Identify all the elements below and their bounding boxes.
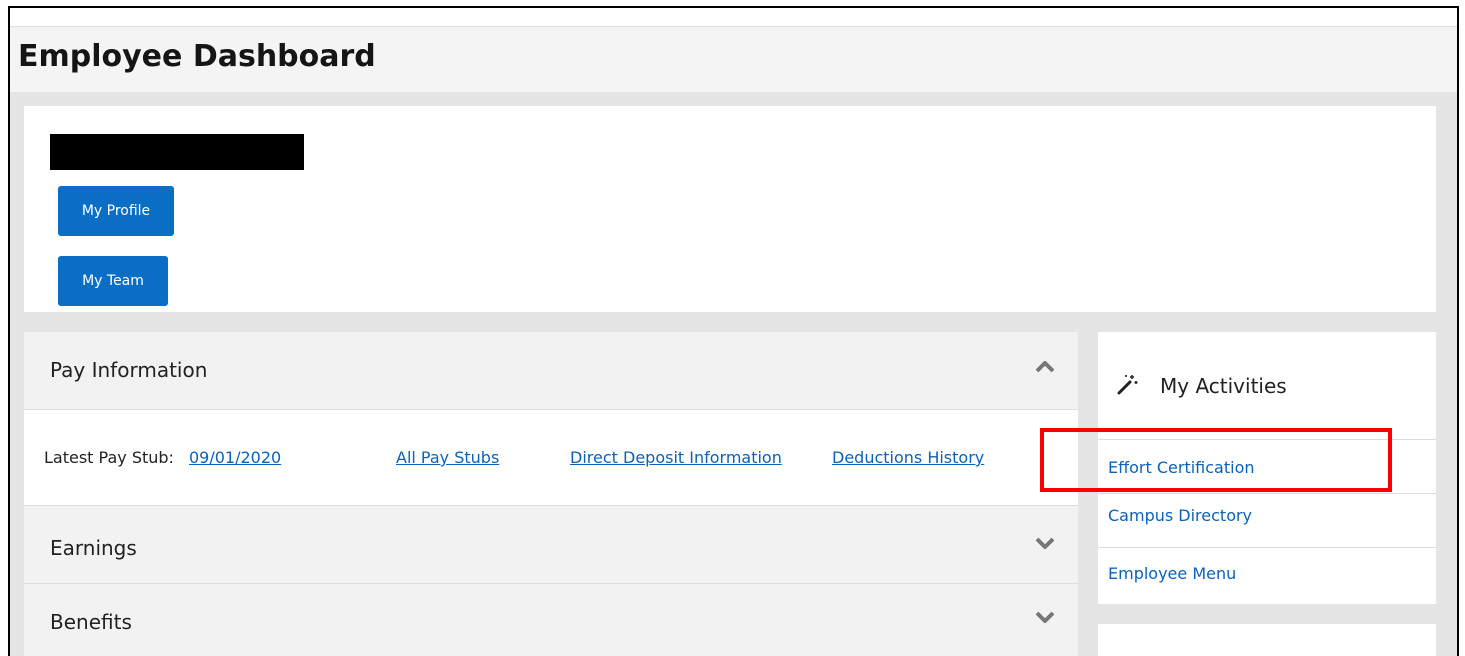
- title-bar: Employee Dashboard: [10, 26, 1457, 92]
- direct-deposit-link[interactable]: Direct Deposit Information: [570, 448, 782, 467]
- latest-pay-stub-label: Latest Pay Stub:: [44, 448, 174, 467]
- pay-information-title: Pay Information: [50, 358, 208, 382]
- page-title: Employee Dashboard: [18, 39, 376, 74]
- list-item: Effort Certification: [1098, 440, 1436, 494]
- earnings-title: Earnings: [50, 536, 137, 560]
- deductions-history-link[interactable]: Deductions History: [832, 448, 984, 467]
- benefits-title: Benefits: [50, 610, 132, 634]
- all-pay-stubs-link[interactable]: All Pay Stubs: [396, 448, 499, 467]
- pay-information-content: Latest Pay Stub: 09/01/2020 All Pay Stub…: [24, 410, 1078, 506]
- pay-panel: Pay Information Latest Pay Stub: 09/01/2…: [24, 332, 1078, 656]
- effort-certification-link[interactable]: Effort Certification: [1108, 458, 1255, 477]
- employee-menu-link[interactable]: Employee Menu: [1108, 564, 1236, 583]
- my-activities-title: My Activities: [1160, 374, 1287, 398]
- my-profile-button[interactable]: My Profile: [58, 186, 174, 236]
- dashboard-body: My Profile My Team Pay Information Lates…: [10, 92, 1457, 656]
- my-activities-header: My Activities: [1098, 332, 1436, 440]
- magic-wand-icon: [1117, 375, 1138, 395]
- chevron-down-icon[interactable]: [1035, 610, 1055, 626]
- list-item: Employee Menu: [1098, 548, 1436, 602]
- profile-card: My Profile My Team: [24, 106, 1436, 312]
- my-team-button[interactable]: My Team: [58, 256, 168, 306]
- pay-information-header[interactable]: Pay Information: [24, 332, 1078, 410]
- earnings-header[interactable]: Earnings: [24, 506, 1078, 584]
- dashboard-frame: Employee Dashboard My Profile My Team Pa…: [8, 6, 1459, 656]
- campus-directory-link[interactable]: Campus Directory: [1108, 506, 1252, 525]
- list-item: Campus Directory: [1098, 494, 1436, 548]
- benefits-header[interactable]: Benefits: [24, 584, 1078, 656]
- latest-pay-stub-link[interactable]: 09/01/2020: [189, 448, 281, 467]
- my-activities-panel: My Activities Effort Certification Campu…: [1098, 332, 1436, 604]
- redacted-name: [50, 134, 304, 170]
- chevron-up-icon[interactable]: [1035, 360, 1055, 376]
- secondary-panel: [1098, 624, 1436, 656]
- chevron-down-icon[interactable]: [1035, 536, 1055, 552]
